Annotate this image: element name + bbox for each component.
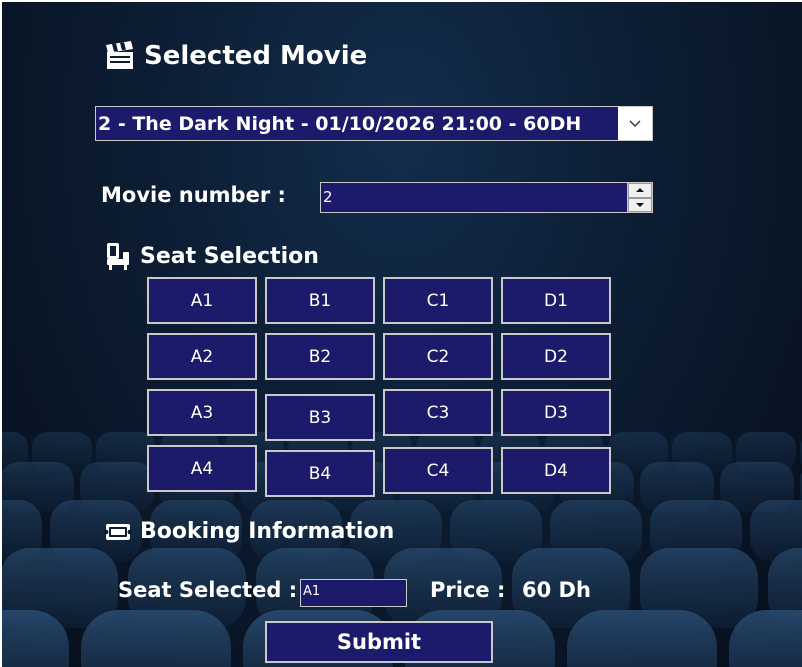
price-label: Price : — [430, 578, 506, 602]
stepper-controls — [627, 183, 652, 212]
clapperboard-icon — [104, 40, 136, 72]
movie-select-value: 2 - The Dark Night - 01/10/2026 21:00 - … — [98, 112, 582, 135]
seat-button-d4[interactable]: D4 — [501, 447, 611, 494]
seat-button-b3[interactable]: B3 — [265, 394, 375, 441]
seat-button-d3[interactable]: D3 — [501, 389, 611, 436]
background-chair — [32, 432, 92, 472]
background-chair — [80, 462, 154, 512]
seat-selected-field[interactable]: A1 — [300, 579, 407, 607]
background-chair — [672, 432, 732, 472]
seat-button-c2[interactable]: C2 — [383, 333, 493, 380]
seat-button-b1[interactable]: B1 — [265, 277, 375, 324]
seat-selected-label: Seat Selected : — [118, 578, 298, 602]
seat-button-c3[interactable]: C3 — [383, 389, 493, 436]
background-chair — [608, 432, 668, 472]
background-chair — [736, 432, 796, 472]
submit-button[interactable]: Submit — [265, 621, 493, 663]
background-chair — [0, 548, 118, 628]
movie-number-value[interactable]: 2 — [321, 183, 627, 212]
background-chair — [640, 548, 758, 628]
background-chair — [729, 610, 802, 667]
background-chair — [640, 462, 714, 512]
seat-button-d2[interactable]: D2 — [501, 333, 611, 380]
background-chair — [567, 610, 717, 667]
ticket-icon — [104, 520, 132, 544]
background-chair — [720, 462, 794, 512]
stepper-up-icon[interactable] — [628, 183, 652, 198]
stepper-down-icon[interactable] — [628, 197, 652, 212]
booking-info-heading: Booking Information — [104, 519, 394, 544]
movie-select[interactable]: 2 - The Dark Night - 01/10/2026 21:00 - … — [95, 106, 653, 141]
booking-info-title: Booking Information — [140, 519, 395, 544]
background-chair — [0, 500, 42, 562]
background-chair — [81, 610, 231, 667]
seat-button-c4[interactable]: C4 — [383, 447, 493, 494]
background-chair — [0, 432, 28, 472]
seat-button-c1[interactable]: C1 — [383, 277, 493, 324]
chevron-down-icon[interactable] — [618, 107, 652, 140]
seat-button-d1[interactable]: D1 — [501, 277, 611, 324]
selected-movie-heading: Selected Movie — [104, 40, 367, 72]
seat-icon — [104, 241, 132, 271]
window-frame-top — [0, 0, 802, 2]
background-chair — [768, 548, 802, 628]
movie-number-stepper[interactable]: 2 — [320, 182, 653, 213]
background-chair — [450, 500, 542, 562]
background-chair — [750, 500, 802, 562]
price-value: 60 Dh — [522, 578, 591, 602]
movie-number-label: Movie number : — [101, 183, 286, 207]
seat-button-a1[interactable]: A1 — [147, 277, 257, 324]
background-chair — [650, 500, 742, 562]
background-chair — [550, 500, 642, 562]
seat-button-a2[interactable]: A2 — [147, 333, 257, 380]
background-chair — [0, 610, 69, 667]
seat-selection-title: Seat Selection — [140, 243, 319, 269]
window-frame-left — [0, 0, 2, 667]
background-chair — [0, 462, 74, 512]
seat-button-a4[interactable]: A4 — [147, 445, 257, 492]
seat-button-a3[interactable]: A3 — [147, 389, 257, 436]
seat-selection-heading: Seat Selection — [104, 241, 319, 271]
selected-movie-title: Selected Movie — [144, 41, 368, 71]
seat-button-b4[interactable]: B4 — [265, 450, 375, 497]
seat-button-b2[interactable]: B2 — [265, 333, 375, 380]
